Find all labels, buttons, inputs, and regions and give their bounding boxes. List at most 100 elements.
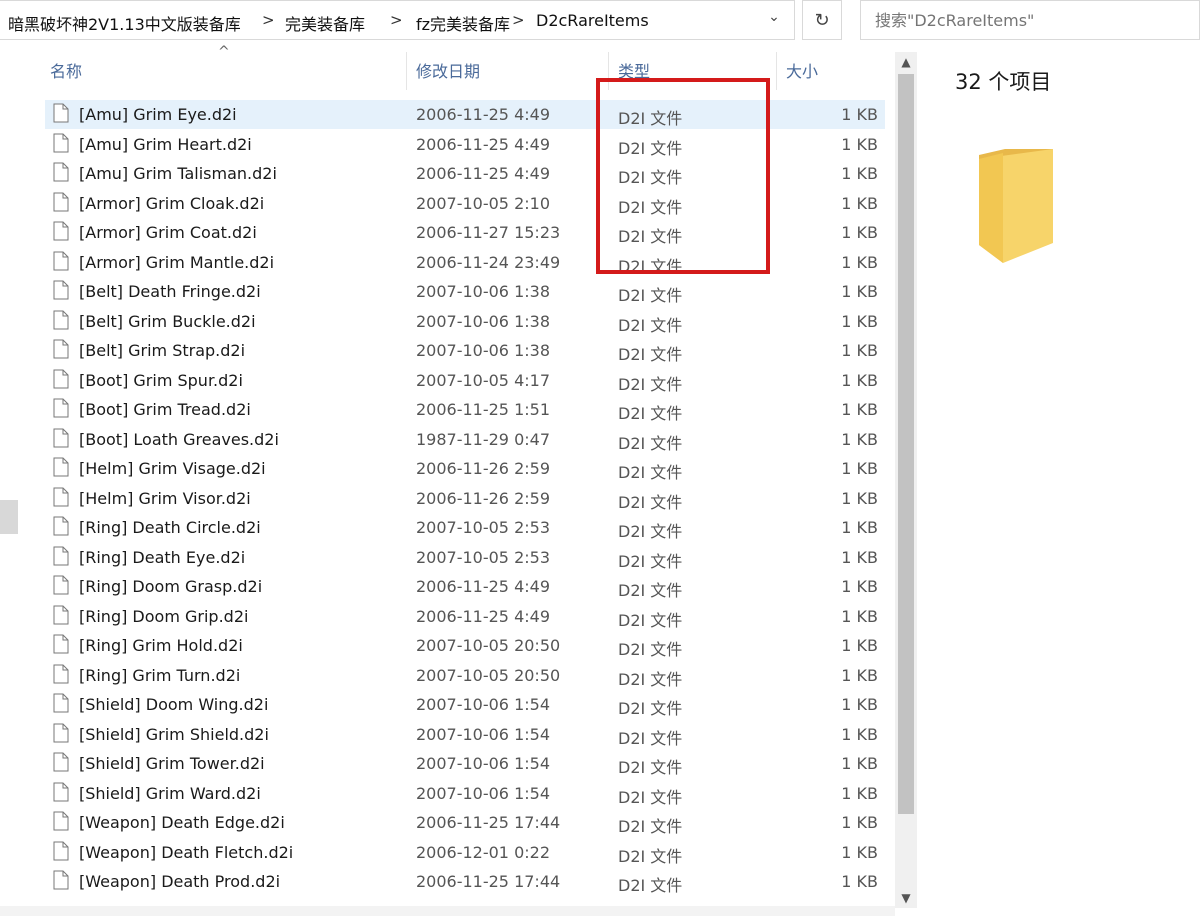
file-size: 1 KB: [841, 370, 878, 390]
file-date: 2007-10-06 1:38: [416, 311, 550, 331]
file-name: [Ring] Death Circle.d2i: [79, 518, 261, 537]
file-date: 2007-10-06 1:54: [416, 754, 550, 773]
sort-ascending-icon: ^: [218, 44, 230, 60]
file-row[interactable]: [Shield] Grim Ward.d2i 2007-10-06 1:54 D2I…: [45, 779, 885, 808]
file-row[interactable]: [Shield] Doom Wing.d2i 2007-10-06 1:54 D2I…: [45, 690, 885, 719]
file-date: 2007-10-06 1:54: [416, 724, 550, 744]
file-icon: [53, 103, 69, 123]
file-type: D2I 文件: [618, 846, 683, 866]
file-row[interactable]: [Boot] Loath Greaves.d2i 1987-11-29 0:47 D…: [45, 425, 885, 454]
file-icon: [53, 339, 69, 359]
folder-icon: [979, 149, 1053, 263]
file-icon: [53, 221, 69, 241]
file-type: D2I 文件: [618, 404, 683, 423]
scroll-down-icon[interactable]: ▼: [895, 888, 917, 908]
nav-pane-resize-handle[interactable]: [0, 500, 18, 534]
file-icon: [53, 398, 69, 418]
partial-row: [0, 906, 895, 916]
breadcrumb-item-fz[interactable]: fz完美装备库: [416, 11, 510, 35]
file-date: 2007-10-05 2:53: [416, 547, 550, 567]
file-type: D2I 文件: [618, 787, 683, 807]
file-type: D2I 文件: [618, 345, 683, 364]
file-row[interactable]: [Helm] Grim Visage.d2i 2006-11-26 2:59 D2I…: [45, 454, 885, 483]
file-size: 1 KB: [841, 606, 878, 626]
breadcrumb-separator-icon: >: [512, 11, 525, 29]
file-row[interactable]: [Ring] Grim Hold.d2i 2007-10-05 20:50 D2I …: [45, 631, 885, 660]
column-header-name[interactable]: 名称: [50, 54, 82, 90]
file-date: 2006-11-25 4:49: [416, 105, 550, 124]
column-divider[interactable]: [776, 52, 777, 90]
refresh-button[interactable]: ↻: [802, 0, 842, 40]
file-icon: [53, 841, 69, 860]
file-icon: [53, 162, 69, 182]
file-row[interactable]: [Weapon] Death Fletch.d2i 2006-12-01 0:22…: [45, 838, 885, 867]
file-row[interactable]: [Ring] Doom Grip.d2i 2006-11-25 4:49 D2I 文…: [45, 602, 885, 631]
file-row[interactable]: [Belt] Grim Buckle.d2i 2007-10-06 1:38 D2I…: [45, 307, 885, 336]
search-input[interactable]: [873, 10, 1177, 31]
file-date: 2006-11-25 4:49: [416, 606, 550, 626]
file-size: 1 KB: [841, 518, 878, 537]
file-type: D2I 文件: [618, 876, 683, 895]
file-type: D2I 文件: [618, 610, 683, 630]
file-row[interactable]: [Ring] Death Eye.d2i 2007-10-05 2:53 D2I 文…: [45, 543, 885, 572]
file-name: [Belt] Grim Buckle.d2i: [79, 311, 256, 331]
refresh-icon: ↻: [814, 10, 830, 31]
file-name: [Ring] Doom Grasp.d2i: [79, 577, 263, 596]
file-icon: [53, 369, 69, 388]
file-date: 2007-10-06 1:54: [416, 783, 550, 803]
file-date: 2006-11-24 23:49: [416, 252, 561, 272]
file-icon: [53, 575, 69, 595]
file-row[interactable]: [Weapon] Death Prod.d2i 2006-11-25 17:44 D…: [45, 867, 885, 896]
file-name: [Armor] Grim Coat.d2i: [79, 223, 257, 242]
file-size: 1 KB: [841, 105, 878, 124]
file-icon: [53, 546, 69, 565]
search-box[interactable]: [860, 0, 1200, 40]
file-date: 2006-11-25 4:49: [416, 164, 550, 183]
file-icon: [53, 723, 69, 742]
file-size: 1 KB: [841, 400, 878, 419]
file-type: D2I 文件: [618, 374, 683, 394]
file-type: D2I 文件: [618, 522, 683, 541]
file-name: [Armor] Grim Mantle.d2i: [79, 252, 275, 272]
file-type: D2I 文件: [618, 699, 683, 718]
breadcrumb-item-current[interactable]: D2cRareItems: [536, 11, 649, 30]
file-size: 1 KB: [841, 488, 878, 508]
file-name: [Amu] Grim Heart.d2i: [79, 134, 252, 154]
address-bar: 暗黑破坏神2V1.13中文版装备库 > 完美装备库 > fz完美装备库 > D2…: [0, 0, 1200, 44]
chevron-down-icon[interactable]: ⌄: [762, 9, 786, 33]
file-type: D2I 文件: [618, 669, 683, 689]
file-size: 1 KB: [841, 429, 878, 449]
file-row[interactable]: [Ring] Death Circle.d2i 2007-10-05 2:53 D2…: [45, 513, 885, 542]
file-name: [Shield] Doom Wing.d2i: [79, 695, 269, 714]
scroll-up-icon[interactable]: ▲: [895, 52, 917, 72]
file-type: D2I 文件: [618, 286, 683, 305]
file-row[interactable]: [Ring] Doom Grasp.d2i 2006-11-25 4:49 D2I …: [45, 572, 885, 601]
file-row[interactable]: [Belt] Grim Strap.d2i 2007-10-06 1:38 D2I …: [45, 336, 885, 365]
breadcrumb[interactable]: 暗黑破坏神2V1.13中文版装备库 > 完美装备库 > fz完美装备库 > D2…: [0, 0, 795, 40]
file-name: [Ring] Grim Turn.d2i: [79, 665, 241, 685]
breadcrumb-item-perfect[interactable]: 完美装备库: [285, 11, 365, 35]
vertical-scrollbar[interactable]: ▲ ▼: [895, 52, 917, 908]
file-name: [Amu] Grim Talisman.d2i: [79, 164, 277, 183]
file-row[interactable]: [Boot] Grim Tread.d2i 2006-11-25 1:51 D2I …: [45, 395, 885, 424]
file-date: 2006-12-01 0:22: [416, 842, 550, 862]
file-row[interactable]: [Shield] Grim Shield.d2i 2007-10-06 1:54 D…: [45, 720, 885, 749]
file-size: 1 KB: [841, 164, 878, 183]
file-row[interactable]: [Ring] Grim Turn.d2i 2007-10-05 20:50 D2I …: [45, 661, 885, 690]
file-row[interactable]: [Helm] Grim Visor.d2i 2006-11-26 2:59 D2I …: [45, 484, 885, 513]
file-date: 2006-11-25 4:49: [416, 134, 550, 154]
file-row[interactable]: [Shield] Grim Tower.d2i 2007-10-06 1:54 D2…: [45, 749, 885, 778]
file-icon: [53, 752, 69, 772]
column-header-date[interactable]: 修改日期: [416, 54, 480, 90]
column-divider[interactable]: [406, 52, 407, 90]
breadcrumb-item-root[interactable]: 暗黑破坏神2V1.13中文版装备库: [8, 11, 241, 35]
file-row[interactable]: [Weapon] Death Edge.d2i 2006-11-25 17:44 D…: [45, 808, 885, 837]
scroll-thumb[interactable]: [898, 74, 914, 814]
column-header-size[interactable]: 大小: [786, 54, 818, 90]
file-name: [Helm] Grim Visage.d2i: [79, 459, 266, 478]
file-icon: [53, 782, 69, 801]
file-row[interactable]: [Boot] Grim Spur.d2i 2007-10-05 4:17 D2I 文…: [45, 366, 885, 395]
item-count: 32 个项目: [955, 70, 1052, 94]
file-row[interactable]: [Belt] Death Fringe.d2i 2007-10-06 1:38 D2…: [45, 277, 885, 306]
file-date: 2007-10-06 1:38: [416, 341, 550, 360]
